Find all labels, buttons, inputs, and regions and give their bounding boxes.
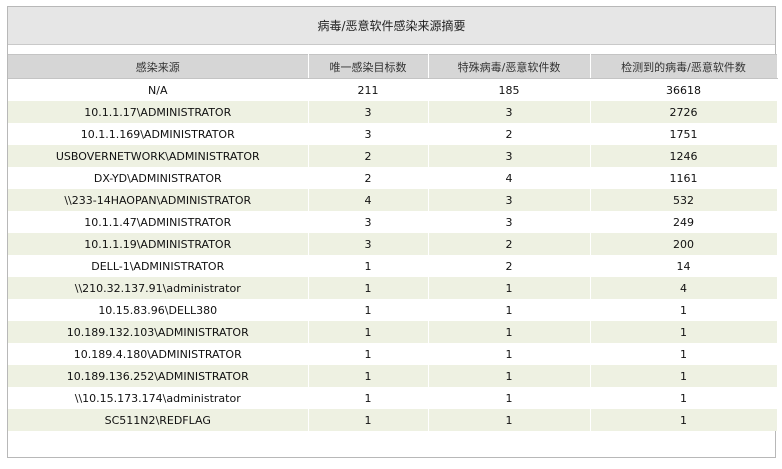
table-row[interactable]: USBOVERNETWORK\ADMINISTRATOR 2 3 1246 [8, 145, 778, 167]
cell-unique-malware: 1 [428, 343, 591, 365]
infection-source-table: 感染来源 唯一感染目标数 特殊病毒/恶意软件数 检测到的病毒/恶意软件数 N/A… [8, 54, 778, 431]
cell-unique-malware: 1 [428, 299, 591, 321]
cell-unique-targets: 3 [308, 101, 429, 123]
cell-unique-targets: 1 [308, 321, 429, 343]
table-row[interactable]: 10.189.136.252\ADMINISTRATOR 1 1 1 [8, 365, 778, 387]
cell-detected-count: 1161 [590, 167, 778, 189]
cell-detected-count: 249 [590, 211, 778, 233]
cell-unique-malware: 1 [428, 277, 591, 299]
cell-unique-targets: 1 [308, 387, 429, 409]
table-row[interactable]: DX-YD\ADMINISTRATOR 2 4 1161 [8, 167, 778, 189]
cell-unique-targets: 2 [308, 167, 429, 189]
cell-detected-count: 1 [590, 299, 778, 321]
cell-unique-targets: 1 [308, 409, 429, 431]
table-body: N/A 211 185 36618 10.1.1.17\ADMINISTRATOR 3 3 2… [8, 78, 778, 431]
cell-detected-count: 1 [590, 365, 778, 387]
cell-unique-targets: 1 [308, 299, 429, 321]
cell-unique-targets: 3 [308, 123, 429, 145]
cell-detected-count: 14 [590, 255, 778, 277]
report-title: 病毒/恶意软件感染来源摘要 [8, 7, 775, 45]
cell-source: DELL-1\ADMINISTRATOR [8, 255, 309, 277]
cell-unique-malware: 3 [428, 145, 591, 167]
cell-unique-malware: 4 [428, 167, 591, 189]
cell-unique-targets: 211 [308, 78, 429, 101]
cell-unique-malware: 3 [428, 101, 591, 123]
cell-unique-malware: 2 [428, 123, 591, 145]
table-row[interactable]: \\10.15.173.174\administrator 1 1 1 [8, 387, 778, 409]
cell-source: 10.1.1.19\ADMINISTRATOR [8, 233, 309, 255]
table-row[interactable]: 10.189.132.103\ADMINISTRATOR 1 1 1 [8, 321, 778, 343]
cell-detected-count: 4 [590, 277, 778, 299]
cell-source: DX-YD\ADMINISTRATOR [8, 167, 309, 189]
table-row[interactable]: 10.1.1.47\ADMINISTRATOR 3 3 249 [8, 211, 778, 233]
cell-unique-malware: 185 [428, 78, 591, 101]
cell-source: N/A [8, 78, 309, 101]
table-header-row: 感染来源 唯一感染目标数 特殊病毒/恶意软件数 检测到的病毒/恶意软件数 [8, 54, 778, 79]
table-row[interactable]: SC511N2\REDFLAG 1 1 1 [8, 409, 778, 431]
cell-detected-count: 532 [590, 189, 778, 211]
cell-unique-targets: 1 [308, 343, 429, 365]
column-header-unique-malware[interactable]: 特殊病毒/恶意软件数 [428, 54, 591, 79]
cell-unique-malware: 2 [428, 255, 591, 277]
report-panel: 病毒/恶意软件感染来源摘要 感染来源 唯一感染目标数 特殊病毒/恶意软件数 检测… [7, 6, 778, 458]
table-row[interactable]: 10.1.1.17\ADMINISTRATOR 3 3 2726 [8, 101, 778, 123]
cell-unique-malware: 1 [428, 387, 591, 409]
cell-detected-count: 1751 [590, 123, 778, 145]
table-row[interactable]: 10.189.4.180\ADMINISTRATOR 1 1 1 [8, 343, 778, 365]
cell-unique-targets: 2 [308, 145, 429, 167]
cell-unique-targets: 1 [308, 365, 429, 387]
cell-detected-count: 1 [590, 409, 778, 431]
cell-source: SC511N2\REDFLAG [8, 409, 309, 431]
table-row[interactable]: 10.1.1.19\ADMINISTRATOR 3 2 200 [8, 233, 778, 255]
cell-unique-targets: 4 [308, 189, 429, 211]
table-row[interactable]: N/A 211 185 36618 [8, 78, 778, 101]
cell-source: 10.189.132.103\ADMINISTRATOR [8, 321, 309, 343]
cell-source: 10.1.1.47\ADMINISTRATOR [8, 211, 309, 233]
cell-detected-count: 200 [590, 233, 778, 255]
column-header-source[interactable]: 感染来源 [8, 54, 309, 79]
cell-source: \\233-14HAOPAN\ADMINISTRATOR [8, 189, 309, 211]
table-row[interactable]: DELL-1\ADMINISTRATOR 1 2 14 [8, 255, 778, 277]
cell-source: 10.1.1.169\ADMINISTRATOR [8, 123, 309, 145]
cell-unique-malware: 1 [428, 321, 591, 343]
table-row[interactable]: \\210.32.137.91\administrator 1 1 4 [8, 277, 778, 299]
cell-source: \\10.15.173.174\administrator [8, 387, 309, 409]
cell-detected-count: 1 [590, 387, 778, 409]
cell-source: 10.189.4.180\ADMINISTRATOR [8, 343, 309, 365]
column-header-detected-count[interactable]: 检测到的病毒/恶意软件数 [590, 54, 778, 79]
cell-source: USBOVERNETWORK\ADMINISTRATOR [8, 145, 309, 167]
cell-unique-malware: 2 [428, 233, 591, 255]
cell-source: 10.189.136.252\ADMINISTRATOR [8, 365, 309, 387]
cell-unique-targets: 1 [308, 255, 429, 277]
cell-source: \\210.32.137.91\administrator [8, 277, 309, 299]
cell-unique-targets: 1 [308, 277, 429, 299]
table-row[interactable]: 10.1.1.169\ADMINISTRATOR 3 2 1751 [8, 123, 778, 145]
table-row[interactable]: \\233-14HAOPAN\ADMINISTRATOR 4 3 532 [8, 189, 778, 211]
cell-detected-count: 1246 [590, 145, 778, 167]
cell-detected-count: 2726 [590, 101, 778, 123]
cell-unique-malware: 3 [428, 189, 591, 211]
cell-unique-targets: 3 [308, 233, 429, 255]
cell-unique-malware: 3 [428, 211, 591, 233]
cell-unique-targets: 3 [308, 211, 429, 233]
table-row[interactable]: 10.15.83.96\DELL380 1 1 1 [8, 299, 778, 321]
column-header-unique-targets[interactable]: 唯一感染目标数 [308, 54, 429, 79]
cell-unique-malware: 1 [428, 365, 591, 387]
cell-detected-count: 1 [590, 321, 778, 343]
cell-detected-count: 36618 [590, 78, 778, 101]
cell-source: 10.15.83.96\DELL380 [8, 299, 309, 321]
cell-unique-malware: 1 [428, 409, 591, 431]
cell-source: 10.1.1.17\ADMINISTRATOR [8, 101, 309, 123]
cell-detected-count: 1 [590, 343, 778, 365]
